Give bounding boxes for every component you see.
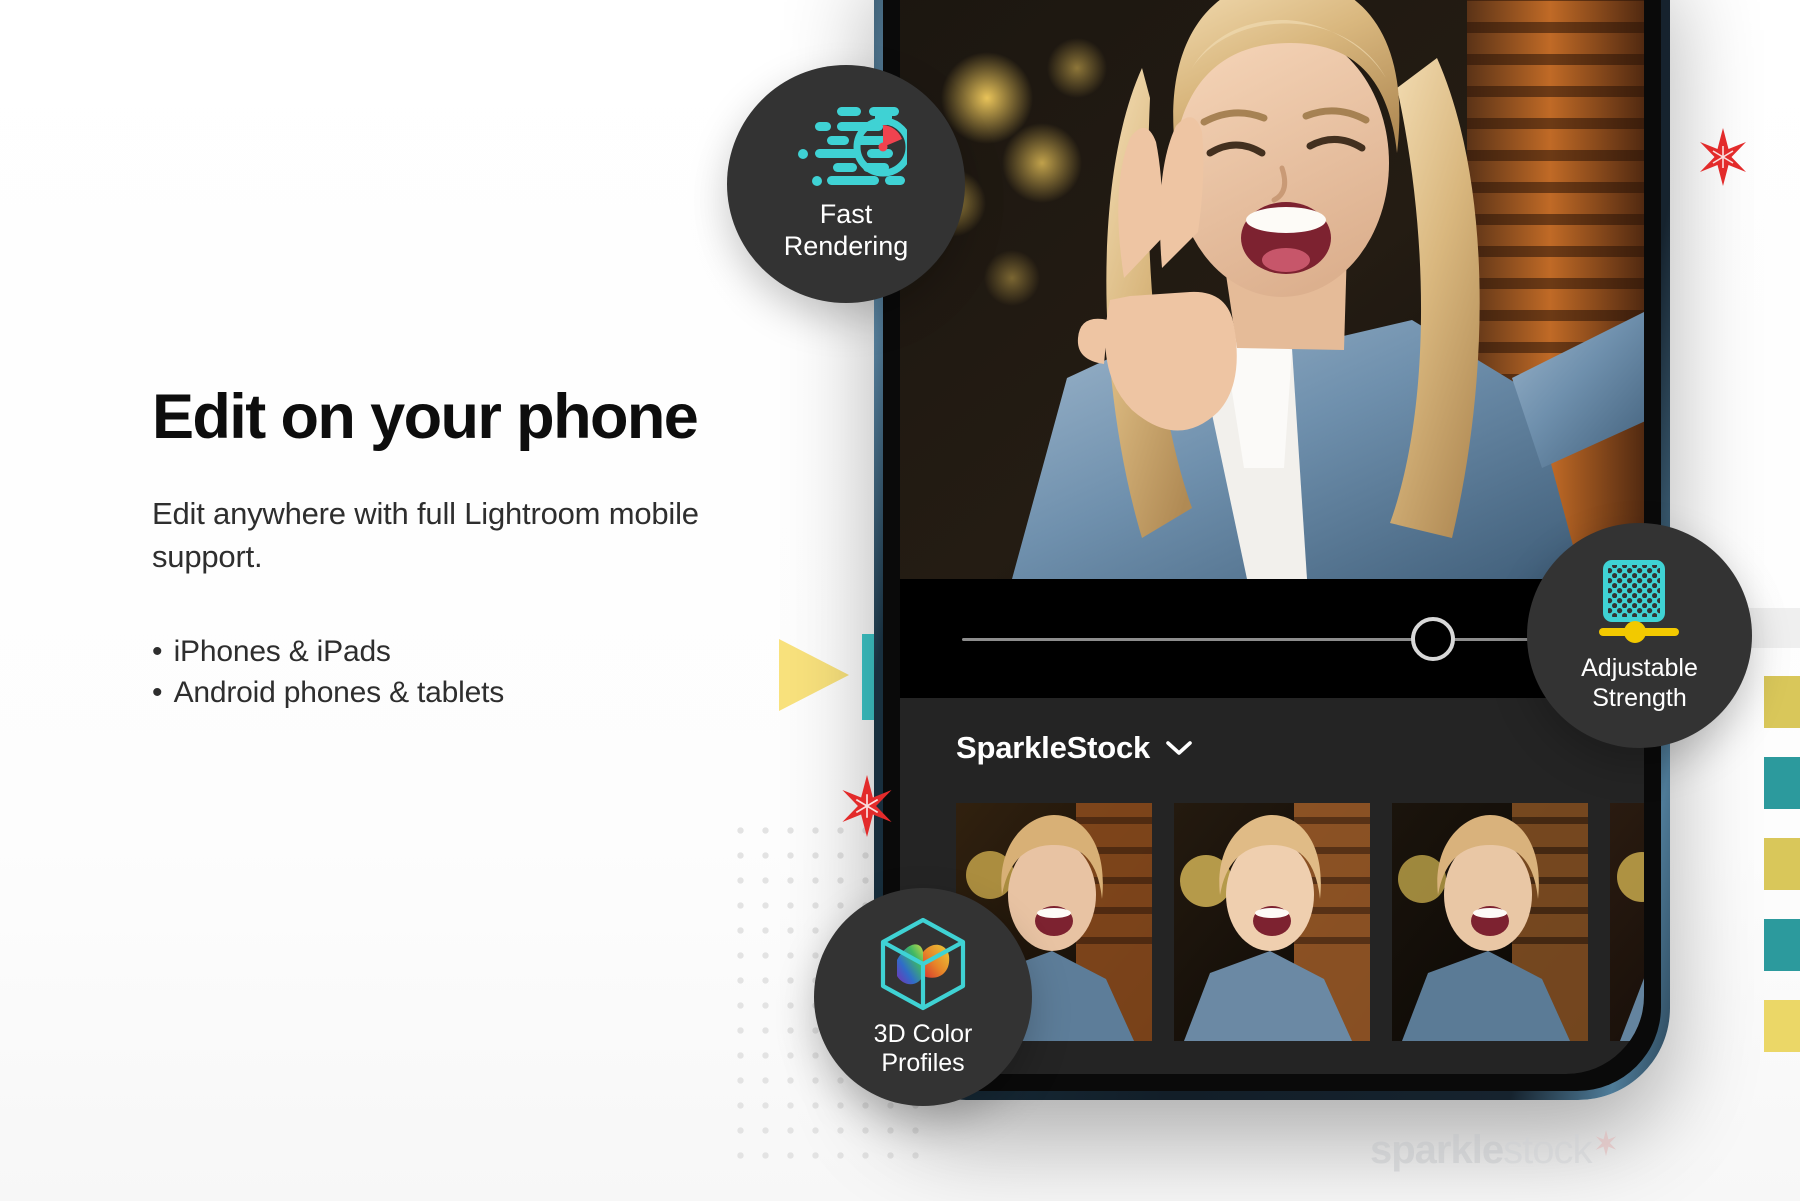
- strength-slider-track[interactable]: [962, 638, 1582, 641]
- page-subtitle: Edit anywhere with full Lightroom mobile…: [152, 496, 699, 575]
- copy-block: Edit on your phone Edit anywhere with fu…: [152, 385, 872, 714]
- page-title: Edit on your phone: [152, 382, 699, 452]
- badge-adjustable-strength[interactable]: Adjustable Strength: [1527, 523, 1752, 748]
- edge-tab-yellow-1: [1764, 676, 1800, 728]
- preset-group-selector[interactable]: SparkleStock: [956, 730, 1192, 766]
- watermark-bold: sparkle: [1370, 1128, 1504, 1172]
- badge-label-line1: Fast: [819, 199, 873, 230]
- phone-screen: SparkleStock: [900, 0, 1644, 1074]
- badge-3d-color-profiles[interactable]: 3D Color Profiles: [814, 888, 1032, 1106]
- feature-bullet-list: • iPhones & iPads • Android phones & table…: [152, 631, 872, 714]
- bullet-text: iPhones & iPads: [173, 634, 391, 668]
- badge-label-line2: Rendering: [783, 231, 909, 261]
- list-item: • iPhones & iPads: [152, 631, 872, 672]
- watermark-text: sparklestock: [1370, 1128, 1592, 1173]
- sparkle-star-icon: [1700, 128, 1746, 186]
- strength-slider-knob[interactable]: [1410, 617, 1455, 661]
- sparkle-star-icon: [842, 775, 892, 837]
- badge-label-line1: 3D Color: [873, 1019, 973, 1048]
- color-cube-icon: [877, 916, 969, 1012]
- edge-color-tabs: [1764, 676, 1800, 1081]
- watermark-thin: stock: [1503, 1128, 1592, 1172]
- badge-label-line2: Strength: [1592, 683, 1687, 712]
- bullet-text: Android phones & tablets: [173, 676, 505, 710]
- badge-label: Adjustable Strength: [1581, 654, 1698, 713]
- edge-tab-yellow-3: [1764, 1000, 1800, 1052]
- halftone-slider-icon: [1597, 558, 1683, 644]
- bullet-marker: •: [152, 634, 163, 668]
- hero-photo: [900, 0, 1644, 579]
- play-triangle-decoration: [779, 639, 849, 711]
- badge-label: 3D Color Profiles: [874, 1020, 973, 1079]
- badge-label-line2: Profiles: [881, 1049, 965, 1077]
- edge-tab-teal-1: [1764, 757, 1800, 809]
- poster-canvas: SparkleStock Fast Rendering Adjustable S…: [0, 0, 1800, 1201]
- edge-tab-teal-2: [1764, 919, 1800, 971]
- watermark-star-icon: [1595, 1130, 1617, 1161]
- speed-stopwatch-icon: [785, 105, 907, 189]
- bullet-marker: •: [152, 676, 163, 710]
- badge-label: Fast Rendering: [784, 199, 909, 263]
- badge-label-line1: Adjustable: [1581, 654, 1698, 682]
- chevron-down-icon[interactable]: [1166, 740, 1192, 756]
- preset-thumbnail[interactable]: [1174, 803, 1370, 1041]
- list-item: • Android phones & tablets: [152, 672, 872, 713]
- preset-group-title: SparkleStock: [956, 730, 1151, 765]
- preset-thumbnail[interactable]: [1610, 803, 1644, 1041]
- sparklestock-watermark: sparklestock: [1370, 1128, 1617, 1173]
- badge-fast-rendering[interactable]: Fast Rendering: [727, 65, 965, 303]
- edge-tab-yellow-2: [1764, 838, 1800, 890]
- preset-thumbnail[interactable]: [1392, 803, 1588, 1041]
